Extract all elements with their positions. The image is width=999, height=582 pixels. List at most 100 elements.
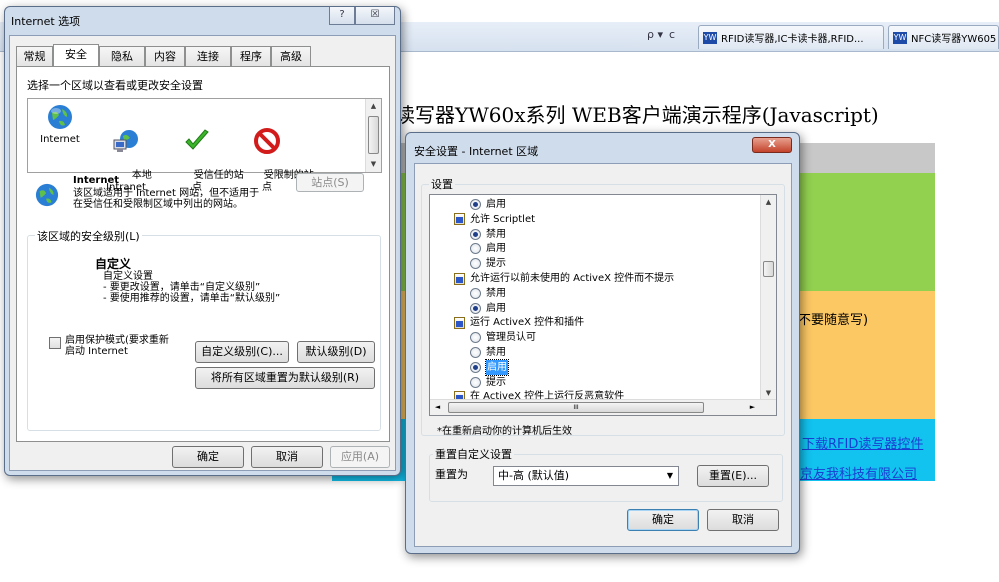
tab-general[interactable]: 常规	[16, 46, 53, 66]
radio-button[interactable]	[470, 332, 481, 344]
settings-tree: 启用 允许 Scriptlet 禁用 启用 提示 允许运行以前未使用的 ActiveX 控…	[429, 194, 777, 416]
tab-advanced[interactable]: 高级	[271, 46, 311, 66]
zone-name: Internet	[73, 175, 120, 186]
radio-button[interactable]	[470, 199, 481, 210]
options-client: 常规 安全 隐私 内容 连接 程序 高级 选择一个区域以查看或更改安全设置 In…	[9, 35, 396, 471]
radio-button[interactable]	[470, 302, 481, 314]
setting-text: 禁用	[486, 347, 506, 358]
restricted-icon	[252, 126, 282, 156]
reset-level-select[interactable]: 中-高 (默认值) ▼	[493, 466, 679, 486]
ok-button[interactable]: 确定	[172, 446, 244, 468]
protected-mode-checkbox[interactable]	[49, 337, 61, 349]
yw-logo-icon: YW	[703, 31, 717, 44]
titlebar: 安全设置 - Internet 区域 X	[406, 133, 799, 159]
settings-hscrollbar[interactable]: ◄ III ►	[430, 399, 776, 415]
radio-button[interactable]	[470, 243, 481, 255]
browser-tab-label: RFID读写器,IC卡读卡器,RFID...	[721, 34, 864, 45]
security-level-group	[27, 235, 381, 431]
scroll-right-icon[interactable]: ►	[745, 400, 760, 415]
setting-page-icon	[454, 272, 465, 285]
ok-button[interactable]: 确定	[627, 509, 699, 531]
scroll-up-icon[interactable]: ▲	[366, 99, 381, 114]
close-button[interactable]: ☒	[355, 7, 395, 25]
setting-option[interactable]: 禁用	[470, 286, 506, 301]
zone-list: Internet 本地 Intranet 受信任的站 点 受限制的站 点 ▲ ▼	[27, 98, 382, 193]
zone-label: Internet	[40, 134, 80, 145]
setting-text: 允许 Scriptlet	[470, 213, 536, 225]
tab-security[interactable]: 安全	[53, 44, 99, 67]
company-link[interactable]: 京友我科技有限公司	[800, 463, 917, 482]
scroll-up-icon[interactable]: ▲	[761, 195, 776, 210]
setting-option[interactable]: 提示	[470, 256, 506, 271]
setting-option[interactable]: 启用	[470, 358, 509, 376]
security-level-label: 该区域的安全级别(L)	[35, 228, 142, 244]
tab-privacy[interactable]: 隐私	[99, 46, 145, 66]
radio-button[interactable]	[470, 258, 481, 270]
setting-option[interactable]: 禁用	[470, 227, 506, 242]
cancel-button[interactable]: 取消	[251, 446, 323, 468]
browser-tab-nfc[interactable]: YW NFC读写器YW605	[888, 25, 999, 49]
radio-button[interactable]	[470, 228, 481, 240]
refresh-icon[interactable]: c	[669, 28, 675, 41]
custom-level-line: - 要更改设置，请单击“自定义级别”	[103, 282, 261, 293]
internet-options-window: Internet 选项 ? ☒ 常规 安全 隐私 内容 连接 程序 高级 选择一…	[4, 6, 401, 476]
reset-to-label: 重置为	[435, 468, 468, 481]
radio-button[interactable]	[470, 287, 481, 299]
settings-client: 设置 启用 允许 Scriptlet 禁用 启用 提示 允许运行以前未使用的 Active…	[414, 163, 792, 547]
zone-list-scrollbar[interactable]: ▲ ▼	[365, 99, 381, 172]
setting-text: 启用	[486, 302, 506, 314]
help-button[interactable]: ?	[329, 7, 355, 25]
intranet-icon	[111, 126, 141, 156]
close-button[interactable]: X	[752, 137, 792, 153]
radio-button[interactable]	[470, 376, 481, 388]
setting-text: 提示	[486, 376, 506, 388]
radio-button[interactable]	[470, 347, 481, 358]
selected-zone-globe-icon	[35, 183, 59, 210]
setting-option[interactable]: 提示	[470, 375, 506, 390]
download-link[interactable]: 下载RFID读写器控件	[802, 433, 923, 452]
settings-vscrollbar[interactable]: ▲ ▼	[760, 195, 776, 401]
setting-text: 管理员认可	[486, 332, 536, 344]
chevron-down-icon[interactable]: ▼	[662, 467, 678, 485]
checkmark-icon	[182, 126, 212, 156]
address-controls[interactable]: ρ ▾ c	[647, 28, 675, 41]
radio-button[interactable]	[470, 361, 481, 373]
browser-tab-rfid[interactable]: YW RFID读写器,IC卡读卡器,RFID...	[698, 25, 884, 49]
tab-connections[interactable]: 连接	[185, 46, 231, 66]
setting-heading: 允许运行以前未使用的 ActiveX 控件而不提示	[454, 271, 674, 286]
sites-button[interactable]: 站点(S)	[296, 173, 364, 192]
custom-level-text: 自定义设置 - 要更改设置，请单击“自定义级别” - 要使用推荐的设置，请单击“…	[103, 271, 280, 304]
default-level-button[interactable]: 默认级别(D)	[297, 341, 375, 363]
setting-option[interactable]: 启用	[470, 301, 506, 316]
globe-icon	[45, 102, 75, 132]
reset-button[interactable]: 重置(E)...	[697, 465, 769, 487]
protected-mode-label: 启用保护模式(要求重新 启动 Internet	[65, 335, 169, 357]
setting-page-icon	[454, 316, 465, 329]
tab-content[interactable]: 内容	[145, 46, 185, 66]
window-title: Internet 选项	[11, 15, 81, 28]
scroll-thumb[interactable]	[368, 116, 379, 154]
setting-text: 启用	[486, 199, 506, 210]
cancel-button[interactable]: 取消	[707, 509, 779, 531]
setting-option[interactable]: 禁用	[470, 345, 506, 360]
tab-programs[interactable]: 程序	[231, 46, 271, 66]
scroll-down-icon[interactable]: ▼	[366, 157, 381, 172]
search-dropdown[interactable]: ρ ▾	[647, 28, 663, 41]
zone-internet[interactable]: Internet	[30, 102, 90, 146]
scroll-thumb[interactable]	[763, 261, 774, 277]
yw-logo-icon: YW	[893, 31, 907, 44]
hscroll-thumb[interactable]: III	[448, 402, 704, 413]
note-text: 不要随意写)	[798, 313, 869, 328]
reset-level-value: 中-高 (默认值)	[498, 469, 570, 482]
setting-option[interactable]: 启用	[470, 241, 506, 256]
setting-option[interactable]: 启用	[470, 197, 506, 212]
scroll-left-icon[interactable]: ◄	[430, 400, 445, 415]
zone-prompt: 选择一个区域以查看或更改安全设置	[27, 79, 203, 92]
setting-option[interactable]: 管理员认可	[470, 330, 536, 345]
reset-all-zones-button[interactable]: 将所有区域重置为默认级别(R)	[195, 367, 375, 389]
custom-level-button[interactable]: 自定义级别(C)...	[195, 341, 289, 363]
apply-button[interactable]: 应用(A)	[330, 446, 390, 468]
setting-text: 提示	[486, 258, 506, 270]
reset-group-label: 重置自定义设置	[433, 446, 514, 462]
tab-strip: 常规 安全 隐私 内容 连接 程序 高级	[16, 44, 390, 67]
